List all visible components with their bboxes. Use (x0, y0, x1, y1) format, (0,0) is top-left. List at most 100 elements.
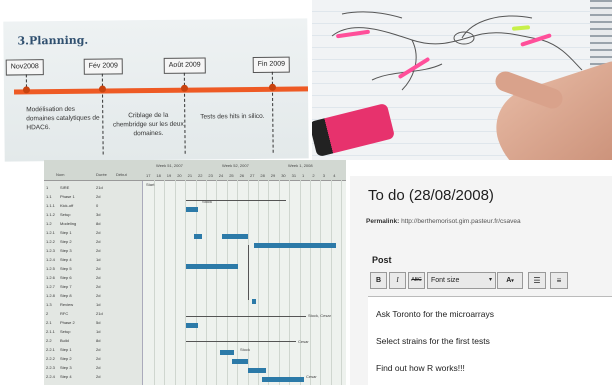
gantt-day-label: 1 (302, 173, 305, 178)
italic-button[interactable]: I (389, 272, 406, 289)
post-title: To do (28/08/2008) (368, 187, 494, 204)
chevron-down-icon: ▾ (488, 277, 492, 283)
gantt-task-row[interactable]: 1.2 Modeling 8d (44, 220, 142, 229)
numbered-list-icon[interactable]: ≡ (550, 272, 568, 289)
gantt-task-row[interactable]: 1.2.2 Step 2 2d (44, 238, 142, 247)
gantt-gridline (216, 180, 218, 385)
gantt-task-row[interactable]: 1.2.5 Step 5 2d (44, 265, 142, 274)
gantt-task-row[interactable]: 1.1.2 Setup 3d (44, 211, 142, 220)
milestone-date-3: Août 2009 (163, 57, 206, 74)
gantt-bar (186, 264, 238, 269)
gantt-day-label: 25 (229, 173, 234, 178)
gantt-task-name: Phase 2 (60, 320, 75, 325)
gantt-bar (194, 234, 202, 239)
gantt-task-id: 1.2.7 (46, 284, 55, 289)
phase-divider (102, 94, 104, 155)
gantt-day-label: 19 (166, 173, 172, 178)
gantt-task-id: 1.3 (46, 302, 52, 307)
milestone-date-2: Fév 2009 (83, 58, 124, 75)
permalink-url[interactable]: http://berthemorisot.gim.pasteur.fr/csav… (401, 218, 521, 225)
milestone-date-4: Fin 2009 (252, 56, 291, 73)
week-header: Week 51, 2007 (156, 163, 183, 168)
gantt-task-row[interactable]: 2.1 Phase 2 5d (44, 319, 142, 328)
gantt-task-name: SIRE (60, 185, 70, 190)
gantt-task-row[interactable]: 1.2.3 Step 3 2d (44, 247, 142, 256)
gantt-bar (248, 368, 266, 373)
gantt-bar (254, 243, 336, 248)
gantt-task-dur: 2d (96, 275, 101, 280)
milestone-dot (268, 83, 277, 91)
gantt-task-dur: 0 (96, 203, 99, 208)
gantt-task-name: Step 4 (60, 257, 72, 262)
gantt-task-row[interactable]: 1.3 Review 1d (44, 301, 142, 310)
phase-divider (272, 92, 274, 153)
gantt-task-row[interactable]: 1.2.7 Step 7 2d (44, 283, 142, 292)
gantt-task-name: Step 5 (60, 266, 72, 271)
gantt-task-row[interactable]: 2.2.1 Step 1 2d (44, 346, 142, 355)
gantt-task-row[interactable]: 2.2.2 Step 2 2d (44, 355, 142, 364)
gantt-day-label: 3 (322, 173, 326, 178)
gantt-task-row[interactable]: 1.1 Phase 1 2d (44, 193, 142, 202)
gantt-task-dur: 2d (96, 356, 101, 361)
gantt-task-dur: 2d (96, 347, 101, 352)
gantt-label: Stock (240, 347, 251, 352)
gantt-task-row[interactable]: 1 SIRE 21d (44, 184, 142, 193)
font-color-button[interactable]: A▾ (497, 272, 523, 289)
gantt-gridline (341, 180, 343, 385)
gantt-day-label: 29 (270, 173, 276, 178)
gantt-gridline (174, 180, 176, 385)
gantt-task-name: Step 4 (60, 374, 72, 379)
gantt-gridline (310, 180, 311, 385)
gantt-summary-line (186, 316, 306, 317)
gantt-task-row[interactable]: 1.2.1 Step 1 2d (44, 229, 142, 238)
gantt-task-dur: 2d (96, 284, 101, 289)
gantt-task-row[interactable]: 2.2 Build 8d (44, 337, 142, 346)
gantt-summary-line (186, 200, 286, 201)
strikethrough-button[interactable]: ABC (408, 272, 425, 289)
gantt-task-name: Setup (60, 329, 71, 334)
gantt-task-row[interactable]: 1.2.4 Step 4 1d (44, 256, 142, 265)
gantt-task-row[interactable]: 2.1.1 Setup 1d (44, 328, 142, 337)
gantt-task-dur: 1d (96, 302, 101, 307)
gantt-gridline (268, 180, 270, 385)
gantt-task-row[interactable]: 2.2.4 Step 4 2d (44, 373, 142, 382)
gantt-bar (186, 323, 198, 328)
gantt-task-name: Step 1 (60, 230, 72, 235)
gantt-summary-line (186, 341, 296, 342)
gantt-task-dur: 5d (96, 320, 101, 325)
font-size-select[interactable]: Font size ▾ (427, 272, 496, 289)
todo-line-3: Find out how R works!!! (376, 363, 465, 373)
gantt-task-id: 2.1 (46, 320, 52, 325)
gantt-task-id: 2 (46, 311, 49, 316)
gantt-task-row[interactable]: 2 RFC 21d (44, 310, 142, 319)
col-header-name: Nom (56, 172, 65, 177)
gantt-task-dur: 1d (96, 257, 101, 262)
post-body-textarea[interactable]: Ask Toronto for the microarrays Select s… (368, 296, 612, 385)
gantt-task-row[interactable]: 2.2.3 Step 3 2d (44, 364, 142, 373)
gantt-bar (222, 234, 248, 239)
bold-button[interactable]: B (370, 272, 387, 289)
mindmap-node (453, 31, 475, 45)
milestone-dot (22, 86, 31, 94)
gantt-task-dur: 2d (96, 365, 101, 370)
gantt-bar (232, 359, 248, 364)
gantt-label: Cesar (298, 339, 309, 344)
milestone-dot (180, 84, 189, 92)
gantt-gridline (320, 180, 322, 385)
chevron-down-icon: ▾ (511, 278, 514, 284)
gantt-gridline (164, 180, 166, 385)
bullet-list-icon[interactable]: ☰ (528, 272, 546, 289)
gantt-day-label: 20 (177, 173, 182, 178)
gantt-task-row[interactable]: 1.2.6 Step 6 2d (44, 274, 142, 283)
gantt-task-id: 1.2 (46, 221, 52, 226)
gantt-task-row[interactable]: 1.1.1 Kick-off 0 (44, 202, 142, 211)
font-size-select-label: Font size (431, 277, 460, 284)
gantt-day-label: 24 (218, 173, 224, 178)
gantt-bar (252, 299, 256, 304)
gantt-dependency (248, 245, 249, 300)
gantt-task-row[interactable]: 1.2.8 Step 8 2d (44, 292, 142, 301)
gantt-task-dur: 3d (96, 212, 101, 217)
gantt-day-label: 26 (239, 173, 245, 178)
gantt-task-name: Review (60, 302, 74, 307)
mindmap-branch (541, 39, 583, 71)
